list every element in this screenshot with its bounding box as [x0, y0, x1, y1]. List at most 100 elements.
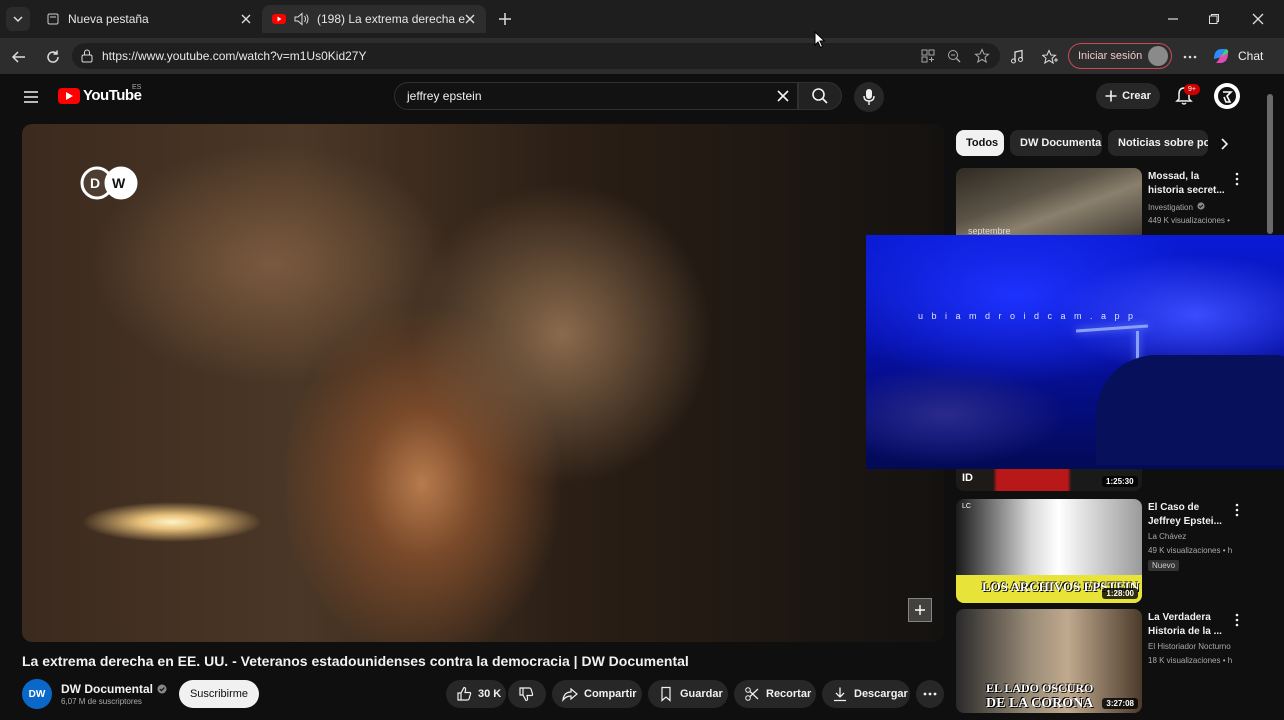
save-button[interactable]: Guardar	[648, 680, 728, 708]
more-actions-button[interactable]	[916, 680, 944, 708]
video-player[interactable]: D W	[22, 124, 944, 642]
new-tab-button[interactable]	[494, 8, 516, 30]
download-icon	[834, 687, 846, 702]
search-query[interactable]: jeffrey epstein	[407, 89, 482, 103]
search-button[interactable]	[798, 82, 842, 110]
speaker-icon[interactable]	[294, 12, 310, 26]
chip-noticias[interactable]: Noticias sobre po	[1108, 130, 1208, 156]
create-label: Crear	[1122, 90, 1151, 102]
svg-text:W: W	[112, 175, 126, 191]
list-item[interactable]: septembre Mossad, la historia secret... …	[956, 168, 1256, 238]
microphone-icon	[863, 89, 875, 105]
youtube-logo[interactable]: YouTube ES	[58, 84, 142, 104]
video-title: La extrema derecha en EE. UU. - Veterano…	[22, 653, 689, 669]
chip-todos[interactable]: Todos	[956, 130, 1004, 156]
channel-avatar[interactable]: DW	[22, 679, 52, 709]
channel-watermark: LC	[962, 503, 971, 510]
browser-tab-bar: Nueva pestaña (198) La extrema derecha e…	[0, 0, 1284, 38]
reload-button[interactable]	[42, 46, 64, 68]
minimize-button[interactable]	[1162, 8, 1184, 30]
list-item[interactable]: LC LOS ARCHIVOS EPSTEIN 1:28:00 El Caso …	[956, 499, 1256, 603]
download-button[interactable]: Descargar	[822, 680, 910, 708]
channel-logo-text: ID	[962, 472, 973, 484]
like-button[interactable]: 30 K	[446, 680, 506, 708]
channel-name: DW Documental	[61, 682, 154, 696]
address-bar[interactable]: https://www.youtube.com/watch?v=m1Us0Kid…	[72, 43, 1000, 69]
subscribe-button[interactable]: Suscribirme	[179, 680, 259, 708]
share-label: Compartir	[584, 688, 637, 700]
recommended-channel: El Historiador Nocturno	[1148, 642, 1231, 651]
read-aloud-button[interactable]	[1006, 46, 1028, 68]
tab-title: Nueva pestaña	[68, 12, 149, 26]
channel-name-link[interactable]: DW Documental	[61, 682, 167, 696]
verified-icon	[157, 684, 167, 694]
thumbnail-text-line: DE LA CORONA	[986, 696, 1094, 711]
video-thumbnail[interactable]: septembre	[956, 168, 1142, 238]
chips-next-button[interactable]	[1214, 134, 1234, 154]
scrollbar-thumb[interactable]	[1267, 94, 1273, 234]
region-code: ES	[132, 84, 142, 91]
back-button[interactable]	[8, 46, 30, 68]
restore-button[interactable]	[1203, 8, 1225, 30]
account-avatar[interactable]	[1214, 83, 1240, 109]
tab-youtube-video[interactable]: (198) La extrema derecha en E	[262, 5, 486, 33]
signin-label: Iniciar sesión	[1078, 50, 1143, 62]
duration-badge: 1:28:00	[1102, 588, 1138, 599]
close-tab-button[interactable]	[238, 11, 254, 27]
share-button[interactable]: Compartir	[552, 680, 642, 708]
video-thumbnail[interactable]: EL LADO OSCURO DE LA CORONA 3:27:08	[956, 609, 1142, 713]
url-text[interactable]: https://www.youtube.com/watch?v=m1Us0Kid…	[102, 49, 366, 63]
subscriber-count: 6,07 M de suscriptores	[61, 697, 142, 706]
settings-menu-button[interactable]	[1179, 46, 1201, 68]
signin-button[interactable]: Iniciar sesión	[1068, 43, 1172, 69]
channel-name: Investigation	[1148, 203, 1193, 212]
more-vertical-icon[interactable]	[1232, 172, 1242, 186]
site-info-icon[interactable]	[80, 48, 94, 64]
plus-icon	[1105, 90, 1117, 102]
minimize-icon	[1168, 18, 1178, 20]
browser-toolbar: https://www.youtube.com/watch?v=m1Us0Kid…	[0, 38, 1284, 74]
tab-list-button[interactable]	[6, 7, 30, 31]
recommended-title[interactable]: La Verdadera Historia de la ...	[1148, 611, 1232, 639]
channel-logo-text: DW	[28, 688, 46, 700]
more-vertical-icon[interactable]	[1232, 503, 1242, 517]
more-horizontal-icon	[1183, 55, 1197, 59]
profile-avatar-icon	[1148, 46, 1168, 66]
new-badge: Nuevo	[1148, 560, 1180, 571]
recommended-title[interactable]: Mossad, la historia secret...	[1148, 170, 1232, 198]
app-available-icon[interactable]	[920, 48, 936, 64]
tab-new-tab[interactable]: Nueva pestaña	[36, 5, 262, 33]
zoom-icon[interactable]	[946, 48, 962, 64]
close-window-button[interactable]	[1247, 8, 1269, 30]
page-icon	[47, 13, 59, 25]
chip-dw-documental[interactable]: DW Documental	[1010, 130, 1102, 156]
copilot-chat-button[interactable]: Chat	[1210, 45, 1263, 67]
dislike-button[interactable]	[508, 680, 546, 708]
recommended-title[interactable]: El Caso de Jeffrey Epstei...	[1148, 501, 1232, 529]
save-label: Guardar	[680, 688, 723, 700]
create-button[interactable]: Crear	[1096, 83, 1160, 109]
add-to-queue-button[interactable]	[908, 598, 932, 622]
favorites-icon	[1042, 49, 1058, 65]
close-tab-button[interactable]	[462, 11, 478, 27]
recommended-views: 449 K visualizaciones •	[1148, 216, 1230, 225]
list-item[interactable]: EL LADO OSCURO DE LA CORONA 3:27:08 La V…	[956, 609, 1256, 713]
download-label: Descargar	[854, 688, 908, 700]
clear-search-icon[interactable]	[775, 88, 791, 104]
more-vertical-icon[interactable]	[1232, 613, 1242, 627]
star-icon[interactable]	[974, 48, 990, 64]
voice-search-button[interactable]	[854, 82, 884, 112]
copilot-icon	[1214, 49, 1229, 63]
video-thumbnail[interactable]: LC LOS ARCHIVOS EPSTEIN 1:28:00	[956, 499, 1142, 603]
favorites-button[interactable]	[1039, 46, 1061, 68]
recommended-channel: La Chávez	[1148, 532, 1187, 541]
webcam-overlay: u b i a m d r o i d c a m . a p p	[866, 235, 1284, 469]
search-input[interactable]: jeffrey epstein	[394, 82, 798, 110]
clip-button[interactable]: Recortar	[734, 680, 816, 708]
hamburger-menu-icon[interactable]	[22, 88, 40, 106]
svg-text:D: D	[90, 175, 100, 191]
scissors-icon	[745, 687, 759, 701]
restore-icon	[1209, 14, 1219, 24]
page-scrollbar[interactable]	[1266, 82, 1274, 718]
recommended-views: 49 K visualizaciones • h	[1148, 546, 1233, 555]
